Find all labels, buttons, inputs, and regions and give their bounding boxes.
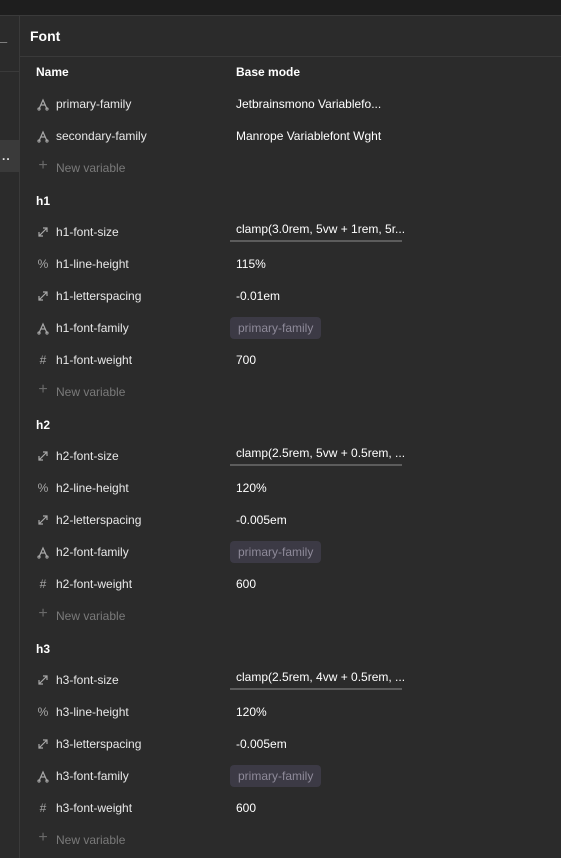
font-family-icon: [36, 129, 50, 143]
variable-value[interactable]: -0.005em: [236, 737, 287, 751]
variables-panel: Font Name Base mode primary-family Jetbr…: [20, 16, 561, 858]
variable-value[interactable]: Jetbrainsmono Variablefo...: [236, 97, 381, 111]
value-underline: [230, 464, 402, 466]
variable-value[interactable]: Manrope Variablefont Wght: [236, 129, 381, 143]
variable-name: h2-font-family: [56, 545, 129, 559]
variable-row[interactable]: h1-font-family primary-family: [20, 312, 561, 344]
new-variable-button[interactable]: + New variable: [20, 600, 561, 632]
variable-row[interactable]: % h1-line-height 115%: [20, 248, 561, 280]
variable-name: h1-line-height: [56, 257, 129, 271]
size-icon: [36, 449, 50, 463]
variable-row[interactable]: h3-letterspacing -0.005em: [20, 728, 561, 760]
variable-row[interactable]: secondary-family Manrope Variablefont Wg…: [20, 120, 561, 152]
variable-row[interactable]: # h1-font-weight 700: [20, 344, 561, 376]
size-icon: [36, 225, 50, 239]
variable-name: h3-line-height: [56, 705, 129, 719]
variable-name: h3-letterspacing: [56, 737, 142, 751]
plus-icon: +: [38, 605, 48, 622]
value-underline: [230, 688, 402, 690]
plus-icon: +: [38, 829, 48, 846]
group-header-h2[interactable]: h2: [36, 418, 50, 432]
font-family-icon: [36, 97, 50, 111]
variable-value[interactable]: 120%: [236, 481, 267, 495]
collapse-icon[interactable]: –: [0, 35, 7, 49]
variable-row[interactable]: h3-font-size clamp(2.5rem, 4vw + 0.5rem,…: [20, 664, 561, 696]
variable-value[interactable]: 700: [236, 353, 256, 367]
font-family-icon: [36, 769, 50, 783]
variable-name: h1-font-family: [56, 321, 129, 335]
variable-row[interactable]: h1-letterspacing -0.01em: [20, 280, 561, 312]
variable-value[interactable]: clamp(2.5rem, 5vw + 0.5rem, ...: [236, 446, 405, 460]
variable-value[interactable]: 600: [236, 801, 256, 815]
variable-value[interactable]: clamp(3.0rem, 5vw + 1rem, 5r...: [236, 222, 405, 236]
variable-value[interactable]: 600: [236, 577, 256, 591]
variable-row[interactable]: % h2-line-height 120%: [20, 472, 561, 504]
variable-row[interactable]: # h2-font-weight 600: [20, 568, 561, 600]
selected-collection-item[interactable]: ..: [0, 140, 19, 172]
variable-row[interactable]: h2-font-size clamp(2.5rem, 5vw + 0.5rem,…: [20, 440, 561, 472]
variable-name: h3-font-family: [56, 769, 129, 783]
variable-name: h2-font-weight: [56, 577, 133, 591]
variable-name: h3-font-weight: [56, 801, 133, 815]
size-icon: [36, 513, 50, 527]
divider: [0, 71, 19, 72]
new-variable-button[interactable]: + New variable: [20, 824, 561, 856]
column-header-base-mode[interactable]: Base mode: [236, 65, 300, 79]
panel-title: Font: [30, 28, 61, 44]
new-variable-label: New variable: [56, 609, 126, 623]
new-variable-label: New variable: [56, 385, 126, 399]
variable-value[interactable]: -0.01em: [236, 289, 280, 303]
value-underline: [230, 240, 402, 242]
size-icon: [36, 289, 50, 303]
left-panel: – ..: [0, 16, 20, 858]
number-icon: #: [39, 353, 47, 367]
variable-row[interactable]: primary-family Jetbrainsmono Variablefo.…: [20, 88, 561, 120]
new-variable-button[interactable]: + New variable: [20, 376, 561, 408]
size-icon: [36, 673, 50, 687]
group-header-h1[interactable]: h1: [36, 194, 50, 208]
variable-row[interactable]: # h3-font-weight 600: [20, 792, 561, 824]
column-header-name[interactable]: Name: [36, 65, 69, 79]
variable-name: h2-line-height: [56, 481, 129, 495]
alias-chip[interactable]: primary-family: [230, 765, 322, 787]
variable-name: h1-font-size: [56, 225, 119, 239]
variable-row[interactable]: h3-font-family primary-family: [20, 760, 561, 792]
divider: [20, 56, 561, 57]
new-variable-label: New variable: [56, 161, 126, 175]
percent-icon: %: [37, 257, 49, 271]
variable-row[interactable]: h2-letterspacing -0.005em: [20, 504, 561, 536]
variable-name: h1-letterspacing: [56, 289, 142, 303]
top-bar: [0, 0, 561, 16]
number-icon: #: [39, 801, 47, 815]
variable-name: h2-font-size: [56, 449, 119, 463]
variable-name: h3-font-size: [56, 673, 119, 687]
percent-icon: %: [37, 705, 49, 719]
percent-icon: %: [37, 481, 49, 495]
variable-value[interactable]: -0.005em: [236, 513, 287, 527]
variable-row[interactable]: % h3-line-height 120%: [20, 696, 561, 728]
font-family-icon: [36, 545, 50, 559]
alias-chip[interactable]: primary-family: [230, 317, 322, 339]
plus-icon: +: [38, 381, 48, 398]
number-icon: #: [39, 577, 47, 591]
group-header-h3[interactable]: h3: [36, 642, 50, 656]
plus-icon: +: [38, 157, 48, 174]
variable-name: secondary-family: [56, 129, 147, 143]
variable-value[interactable]: 120%: [236, 705, 267, 719]
variable-name: h2-letterspacing: [56, 513, 142, 527]
variable-name: primary-family: [56, 97, 132, 111]
new-variable-label: New variable: [56, 833, 126, 847]
new-variable-button[interactable]: + New variable: [20, 152, 561, 184]
variable-name: h1-font-weight: [56, 353, 133, 367]
selected-collection-label: ..: [2, 149, 11, 163]
variable-value[interactable]: 115%: [236, 257, 266, 271]
size-icon: [36, 737, 50, 751]
variable-value[interactable]: clamp(2.5rem, 4vw + 0.5rem, ...: [236, 670, 405, 684]
variable-row[interactable]: h1-font-size clamp(3.0rem, 5vw + 1rem, 5…: [20, 216, 561, 248]
font-family-icon: [36, 321, 50, 335]
variable-row[interactable]: h2-font-family primary-family: [20, 536, 561, 568]
alias-chip[interactable]: primary-family: [230, 541, 322, 563]
